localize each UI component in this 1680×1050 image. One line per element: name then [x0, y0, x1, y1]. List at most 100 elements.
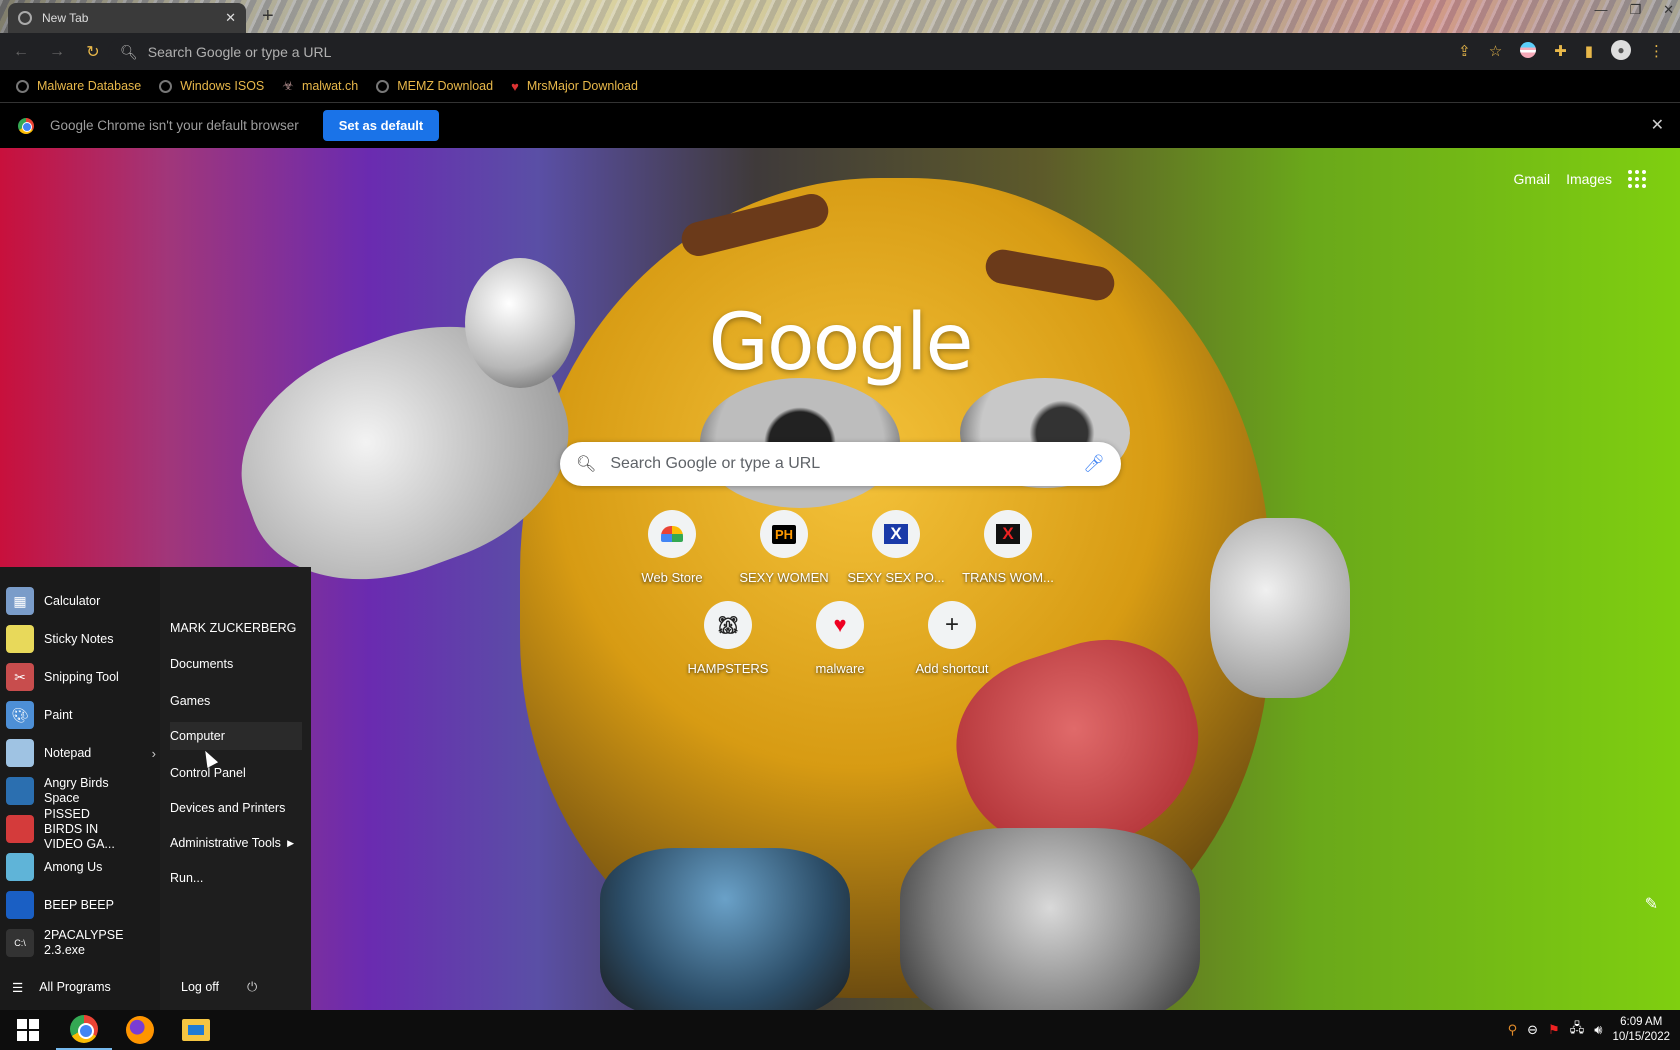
network-icon[interactable]: 🖧︎	[1570, 1019, 1585, 1041]
background-shoe	[600, 848, 850, 1010]
taskbar-file-explorer[interactable]	[168, 1010, 224, 1050]
start-menu-footer: ☰ All Programs Log off ⏻	[0, 974, 311, 1000]
program-snipping-tool[interactable]: ✂ Snipping Tool	[6, 660, 156, 694]
taskbar-chrome[interactable]	[56, 1010, 112, 1050]
tab-new-tab[interactable]: New Tab ✕	[8, 3, 246, 33]
bookmark-memz-download[interactable]: MEMZ Download	[376, 79, 493, 93]
place-games[interactable]: Games	[170, 687, 302, 715]
clock-date: 10/15/2022	[1612, 1031, 1670, 1043]
place-run[interactable]: Run...	[170, 864, 302, 892]
no-entry-icon[interactable]: ⊖	[1527, 1022, 1538, 1038]
ph-logo-icon: PH	[771, 524, 797, 544]
globe-icon	[376, 79, 390, 93]
clock-time: 6:09 AM	[1620, 1016, 1663, 1028]
shortcut-sexy-sex-po[interactable]: X SEXY SEX PO...	[840, 510, 952, 585]
add-shortcut-button[interactable]: + Add shortcut	[896, 601, 1008, 676]
bookmark-malware-database[interactable]: Malware Database	[16, 79, 141, 93]
back-icon[interactable]: ←	[6, 43, 36, 61]
bookmark-mrsmajor-download[interactable]: ♥ MrsMajor Download	[511, 79, 638, 94]
program-notepad[interactable]: Notepad ›	[6, 736, 156, 770]
place-administrative-tools[interactable]: Administrative Tools ▶	[170, 829, 302, 857]
clock[interactable]: 6:09 AM 10/15/2022	[1612, 1015, 1670, 1045]
volume-icon[interactable]: 🔊︎	[1594, 1022, 1602, 1038]
customize-pencil-icon[interactable]: ✎	[1645, 894, 1658, 914]
chrome-icon	[70, 1015, 98, 1043]
globe-icon	[159, 79, 173, 93]
images-link[interactable]: Images	[1566, 171, 1612, 187]
place-mark-zuckerberg[interactable]: MARK ZUCKERBERG	[170, 614, 302, 642]
bookmark-windows-isos[interactable]: Windows ISOS	[159, 79, 264, 93]
omnibox[interactable]: 🔍︎ Search Google or type a URL	[108, 38, 1538, 66]
shortcut-sexy-women[interactable]: PH SEXY WOMEN	[728, 510, 840, 585]
shortcut-trans-wom[interactable]: X TRANS WOM...	[952, 510, 1064, 585]
heart-icon: ♥	[833, 612, 847, 637]
notepad-icon	[6, 739, 34, 767]
shortcut-tiles: Web Store PH SEXY WOMEN X SEXY SEX PO...…	[616, 510, 1076, 692]
system-tray: ⚲ ⊖ ⚑ 🖧︎ 🔊︎ 6:09 AM 10/15/2022	[1508, 1010, 1670, 1050]
toolbar-icons: ⇪ ☆ ✚ ▮ ● ⋮	[1458, 40, 1664, 60]
place-documents[interactable]: Documents	[170, 650, 302, 678]
omnibox-placeholder: Search Google or type a URL	[147, 44, 332, 60]
shortcut-hampsters[interactable]: 🐹︎ HAMPSTERS	[672, 601, 784, 676]
new-tab-button[interactable]: +	[262, 6, 274, 26]
heart-icon: ♥	[511, 78, 519, 94]
program-pissed-birds[interactable]: PISSED BIRDS IN VIDEO GA...	[6, 807, 156, 851]
ntp-header-links: Gmail Images	[1514, 170, 1646, 188]
google-apps-icon[interactable]	[1628, 170, 1646, 188]
program-sticky-notes[interactable]: Sticky Notes	[6, 622, 156, 656]
program-angry-birds-space[interactable]: Angry Birds Space	[6, 774, 156, 808]
taskbar-firefox[interactable]	[112, 1010, 168, 1050]
program-calculator[interactable]: ▦ Calculator	[6, 584, 156, 618]
plus-icon: +	[944, 611, 959, 638]
background-hand	[1210, 518, 1350, 698]
bookmark-malwatch[interactable]: ☣ malwat.ch	[282, 78, 358, 94]
bookmark-star-icon[interactable]: ☆	[1489, 42, 1502, 60]
program-beep-beep[interactable]: BEEP BEEP	[6, 888, 156, 922]
action-center-flag-icon[interactable]: ⚑	[1548, 1022, 1560, 1038]
voice-search-icon[interactable]: 🎤︎	[1083, 454, 1105, 474]
shortcut-web-store[interactable]: Web Store	[616, 510, 728, 585]
sticky-notes-icon	[6, 625, 34, 653]
tab-strip: New Tab ✕ + — ❐ ✕	[0, 0, 1680, 33]
ntp-search-box[interactable]: 🔍︎ Search Google or type a URL 🎤︎	[560, 442, 1121, 486]
log-off-button[interactable]: Log off	[181, 980, 219, 994]
chevron-right-icon[interactable]: ›	[152, 746, 156, 761]
start-button[interactable]	[0, 1010, 56, 1050]
windows-logo-icon	[17, 1019, 39, 1041]
restore-icon[interactable]: ❐	[1629, 2, 1641, 18]
close-infobar-icon[interactable]: ✕	[1651, 115, 1664, 135]
x-logo-icon: X	[996, 524, 1020, 544]
globe-icon	[16, 79, 29, 93]
firefox-icon	[126, 1016, 154, 1044]
close-window-icon[interactable]: ✕	[1663, 2, 1674, 18]
program-among-us[interactable]: Among Us	[6, 850, 156, 884]
place-computer[interactable]: Computer	[170, 722, 302, 750]
program-paint[interactable]: 🎨︎ Paint	[6, 698, 156, 732]
share-icon[interactable]: ⇪	[1458, 42, 1471, 60]
search-icon: 🔍︎	[120, 43, 138, 60]
close-tab-icon[interactable]: ✕	[225, 10, 236, 26]
menu-kebab-icon[interactable]: ⋮	[1649, 42, 1664, 60]
command-prompt-icon: C:\	[6, 929, 34, 957]
gmail-link[interactable]: Gmail	[1514, 171, 1551, 187]
program-2pacalypse[interactable]: C:\ 2PACALYPSE 2.3.exe	[6, 926, 156, 960]
beep-beep-icon	[6, 891, 34, 919]
extensions-puzzle-icon[interactable]: ✚	[1554, 42, 1567, 60]
reload-icon[interactable]: ↻	[78, 42, 108, 62]
place-devices-and-printers[interactable]: Devices and Printers	[170, 794, 302, 822]
set-as-default-button[interactable]: Set as default	[322, 110, 440, 141]
minimize-icon[interactable]: —	[1594, 2, 1607, 18]
google-logo: Google	[708, 298, 973, 388]
hamster-icon: 🐹︎	[716, 614, 740, 635]
start-menu: ▦ Calculator Sticky Notes ✂ Snipping Too…	[0, 567, 311, 1010]
all-programs-button[interactable]: ☰ All Programs	[0, 980, 170, 995]
default-browser-infobar: Google Chrome isn't your default browser…	[0, 103, 1680, 148]
trans-flag-extension-icon[interactable]	[1520, 42, 1537, 58]
power-icon[interactable]: ⏻	[247, 979, 257, 995]
search-icon[interactable]: ⚲	[1508, 1022, 1518, 1038]
forward-icon[interactable]: →	[42, 43, 72, 61]
side-panel-icon[interactable]: ▮	[1585, 42, 1593, 60]
profile-avatar-icon[interactable]: ●	[1611, 40, 1631, 60]
shortcut-malware[interactable]: ♥ malware	[784, 601, 896, 676]
place-control-panel[interactable]: Control Panel	[170, 759, 302, 787]
